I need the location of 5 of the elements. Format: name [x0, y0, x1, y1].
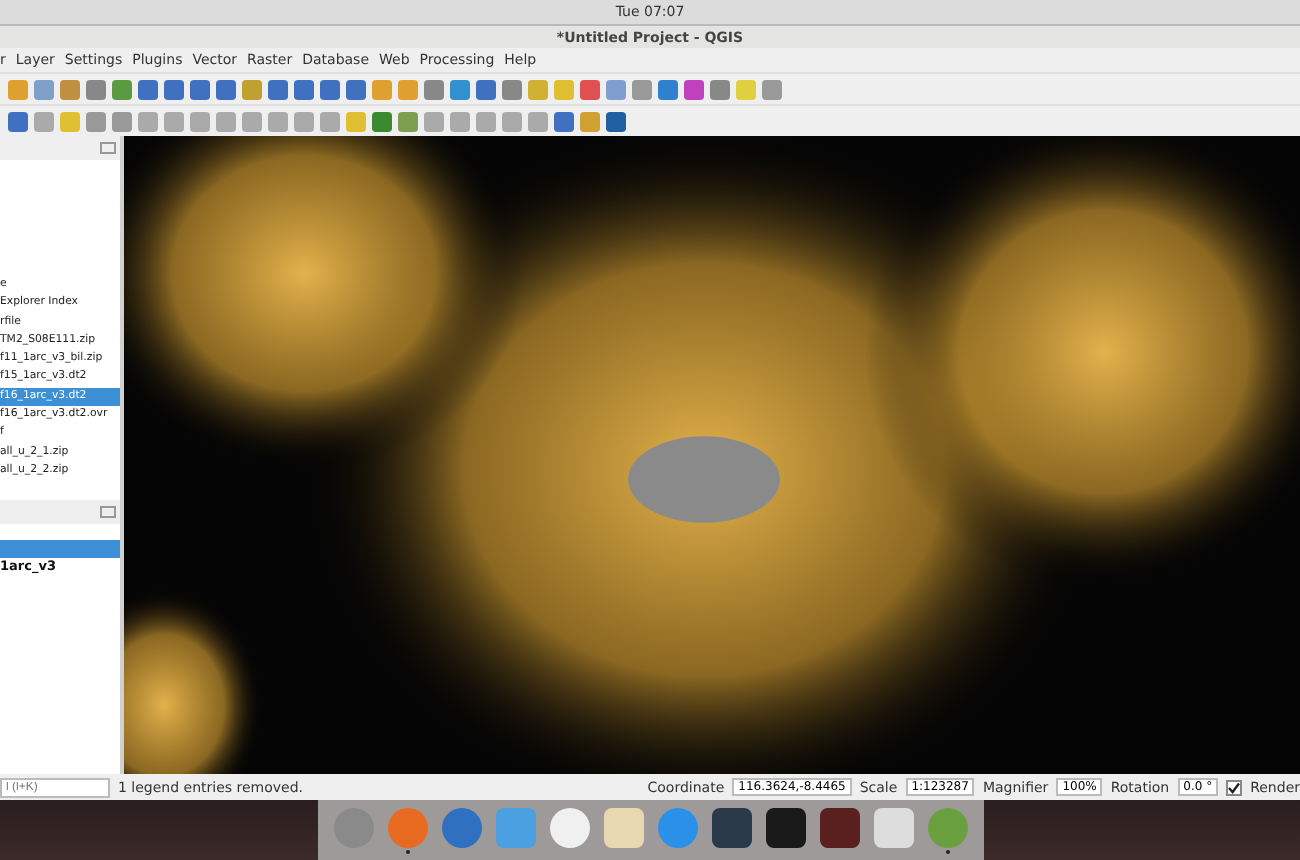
running-indicator [945, 850, 949, 854]
panel-float-icon[interactable] [100, 142, 116, 154]
running-indicator [405, 850, 409, 854]
render-checkbox[interactable] [1226, 779, 1243, 795]
panel-float-icon[interactable] [100, 506, 116, 518]
